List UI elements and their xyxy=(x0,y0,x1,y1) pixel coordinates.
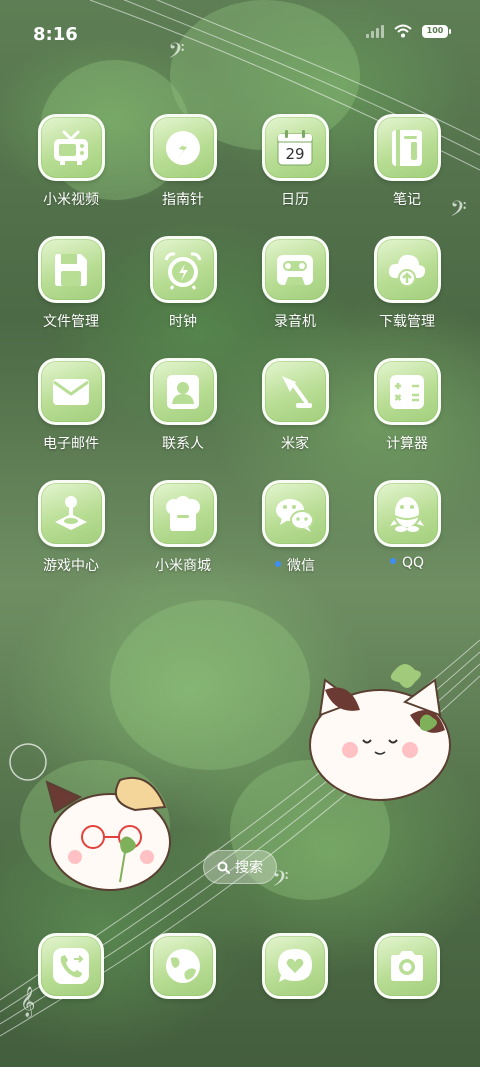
app-wechat[interactable]: 微信 xyxy=(239,480,351,575)
search-label: 搜索 xyxy=(235,860,263,876)
app-notes[interactable]: 笔记 xyxy=(351,114,463,209)
app-game-center[interactable]: 游戏中心 xyxy=(15,480,127,575)
qq-penguin-icon xyxy=(390,496,424,532)
signal-icon xyxy=(366,24,384,38)
app-label: 计算器 xyxy=(386,436,428,452)
calendar-date: 29 xyxy=(285,145,304,163)
app-mijia[interactable]: 米家 xyxy=(239,358,351,453)
envelope-icon xyxy=(53,378,89,405)
app-qq[interactable]: QQ xyxy=(351,480,463,571)
app-label: 米家 xyxy=(281,436,309,452)
app-label: 日历 xyxy=(281,192,309,208)
app-label: QQ xyxy=(351,555,463,571)
battery-icon: 100 xyxy=(422,24,451,38)
unread-dot xyxy=(389,558,396,564)
search-icon xyxy=(217,861,230,874)
app-label: 笔记 xyxy=(393,192,421,208)
status-icons: 100 xyxy=(366,24,451,38)
app-label: 录音机 xyxy=(274,314,316,330)
app-download-manager[interactable]: 下载管理 xyxy=(351,236,463,331)
app-label: 指南针 xyxy=(162,192,204,208)
joystick-icon xyxy=(55,495,87,530)
calculator-icon xyxy=(390,374,424,409)
tv-icon xyxy=(54,130,88,165)
status-bar: 8:16 100 xyxy=(0,0,480,68)
dock-browser[interactable] xyxy=(127,933,239,999)
search-button[interactable]: 搜索 xyxy=(203,850,277,884)
app-label: 下载管理 xyxy=(379,314,435,330)
notebook-icon xyxy=(392,129,422,166)
unread-dot xyxy=(275,561,281,567)
app-label: 小米视频 xyxy=(43,192,99,208)
app-clock[interactable]: 时钟 xyxy=(127,236,239,331)
cassette-icon xyxy=(277,254,313,285)
contact-card-icon xyxy=(167,374,199,409)
app-mi-store[interactable]: 小米商城 xyxy=(127,480,239,575)
app-label: 时钟 xyxy=(169,314,197,330)
app-contacts[interactable]: 联系人 xyxy=(127,358,239,453)
desk-lamp-icon xyxy=(282,375,312,408)
app-label: 文件管理 xyxy=(43,314,99,330)
wifi-icon xyxy=(394,24,412,38)
dock-messages[interactable] xyxy=(239,933,351,999)
app-recorder[interactable]: 录音机 xyxy=(239,236,351,331)
globe-browser-icon xyxy=(166,949,200,983)
status-time: 8:16 xyxy=(33,24,78,45)
app-label: 游戏中心 xyxy=(43,558,99,574)
dock-camera[interactable] xyxy=(351,933,463,999)
cat-sticker-right xyxy=(309,664,451,801)
app-compass[interactable]: 指南针 xyxy=(127,114,239,209)
floppy-disk-icon xyxy=(55,253,87,286)
dock-phone[interactable] xyxy=(15,933,127,999)
app-email[interactable]: 电子邮件 xyxy=(15,358,127,453)
app-label: 电子邮件 xyxy=(43,436,99,452)
chef-hat-icon xyxy=(166,495,200,531)
calendar-icon: 29 xyxy=(277,129,313,165)
app-file-manager[interactable]: 文件管理 xyxy=(15,236,127,331)
compass-icon xyxy=(166,130,200,165)
app-label: 小米商城 xyxy=(155,558,211,574)
camera-icon xyxy=(391,951,423,981)
app-label: 联系人 xyxy=(162,436,204,452)
phone-icon xyxy=(53,948,89,984)
app-calculator[interactable]: 计算器 xyxy=(351,358,463,453)
message-heart-icon xyxy=(278,949,312,982)
app-calendar[interactable]: 29 日历 xyxy=(239,114,351,209)
cloud-download-icon xyxy=(388,254,426,287)
app-label: 微信 xyxy=(239,555,351,575)
cat-sticker-left xyxy=(45,776,171,891)
wechat-icon xyxy=(276,498,314,532)
alarm-clock-icon xyxy=(164,251,202,290)
app-mi-video[interactable]: 小米视频 xyxy=(15,114,127,209)
